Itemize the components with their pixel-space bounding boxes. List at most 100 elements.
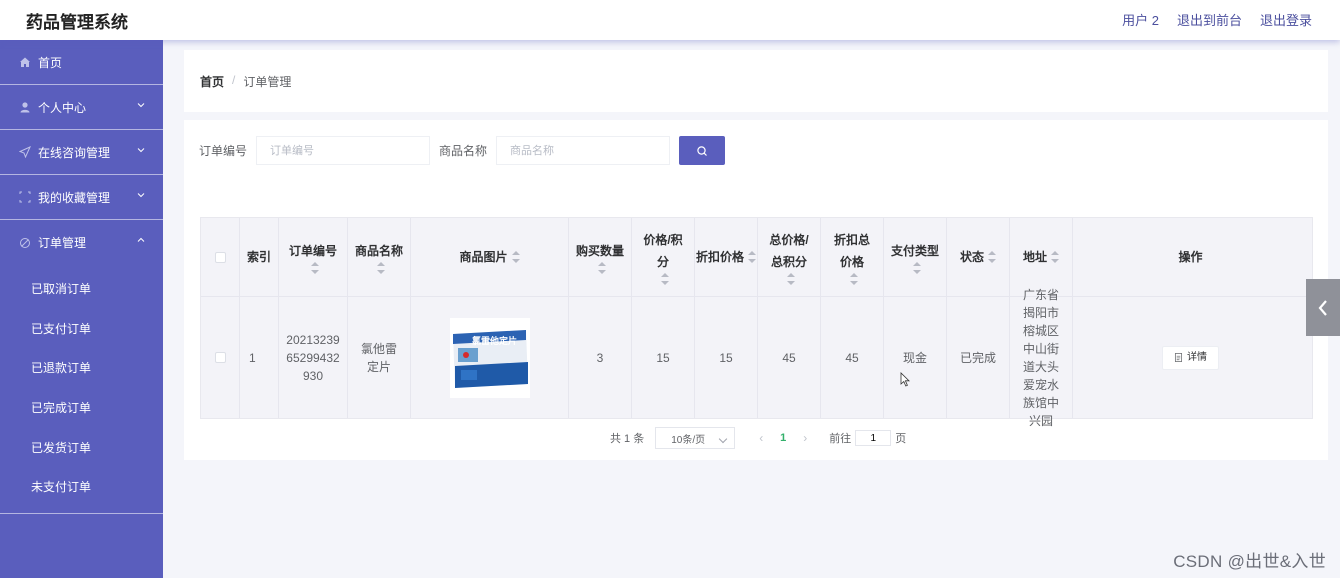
detail-button-label: 详情 bbox=[1187, 351, 1207, 363]
sort-icon[interactable] bbox=[1051, 251, 1059, 263]
order-no-input[interactable] bbox=[256, 136, 431, 165]
detail-button[interactable]: 详情 bbox=[1162, 345, 1219, 370]
goto-page-input[interactable] bbox=[855, 430, 892, 446]
sidebar-item-home[interactable]: 首页 bbox=[0, 40, 163, 85]
order-list-card: 订单编号 商品名称 索引 订单编号 商品名称 商品图片 购买数量 价格/积分 折… bbox=[184, 120, 1328, 460]
header-actions: 操作 bbox=[1073, 218, 1308, 297]
cell-product-image: 氯雷他定片 bbox=[411, 297, 569, 418]
top-header: 药品管理系统 用户 2 退出到前台 退出登录 bbox=[0, 0, 1340, 40]
cell-address: 广东省揭阳市榕城区中山街道大头爱宠水族馆中兴园 bbox=[1010, 288, 1073, 428]
sidebar-item-label: 订单管理 bbox=[38, 236, 87, 250]
header-label: 商品名称 bbox=[354, 244, 403, 258]
chevron-up-icon bbox=[137, 237, 145, 242]
sort-icon[interactable] bbox=[377, 262, 385, 274]
submenu-unpaid-orders[interactable]: 未支付订单 bbox=[0, 467, 163, 507]
sidebar-item-favorites[interactable]: 我的收藏管理 bbox=[0, 175, 163, 220]
next-page-button[interactable]: › bbox=[795, 431, 815, 445]
search-button[interactable] bbox=[679, 136, 726, 165]
product-thumbnail[interactable]: 氯雷他定片 bbox=[449, 317, 530, 398]
header-label: 购买数量 bbox=[575, 244, 624, 258]
submenu-paid-orders[interactable]: 已支付订单 bbox=[0, 309, 163, 349]
sidebar-item-consult[interactable]: 在线咨询管理 bbox=[0, 130, 163, 175]
sidebar-item-label: 个人中心 bbox=[38, 100, 87, 115]
app-title: 药品管理系统 bbox=[26, 13, 128, 32]
sidebar-item-orders[interactable]: 订单管理 bbox=[0, 220, 163, 265]
sort-icon[interactable] bbox=[661, 273, 669, 285]
cell-total: 45 bbox=[758, 297, 821, 418]
side-panel-toggle[interactable] bbox=[1306, 279, 1340, 336]
header-label: 订单编号 bbox=[288, 244, 337, 258]
chevron-down-icon bbox=[718, 434, 728, 444]
orders-table: 索引 订单编号 商品名称 商品图片 购买数量 价格/积分 折扣价格 总价格/总积… bbox=[200, 217, 1313, 428]
cell-pay-type: 现金 bbox=[884, 297, 947, 418]
header-product-image[interactable]: 商品图片 bbox=[411, 218, 569, 297]
product-name-label: 商品名称 bbox=[439, 144, 488, 158]
sort-icon[interactable] bbox=[748, 251, 756, 263]
header-product-name[interactable]: 商品名称 bbox=[348, 218, 411, 297]
submenu-refunded-orders[interactable]: 已退款订单 bbox=[0, 348, 163, 388]
header-order-no[interactable]: 订单编号 bbox=[279, 218, 348, 297]
header-pay-type[interactable]: 支付类型 bbox=[884, 218, 947, 297]
mouse-cursor-icon bbox=[900, 372, 910, 387]
table-header-row: 索引 订单编号 商品名称 商品图片 购买数量 价格/积分 折扣价格 总价格/总积… bbox=[201, 218, 1312, 297]
page-size-select[interactable]: 10条/页 bbox=[655, 427, 736, 449]
header-label: 状态 bbox=[959, 250, 984, 264]
cell-actions: 详情 bbox=[1073, 297, 1308, 418]
header-status[interactable]: 状态 bbox=[947, 218, 1010, 297]
submenu-completed-orders[interactable]: 已完成订单 bbox=[0, 388, 163, 428]
current-user-link[interactable]: 用户 2 bbox=[1122, 10, 1159, 29]
header-label: 折扣价格 bbox=[695, 250, 744, 264]
logout-link[interactable]: 退出登录 bbox=[1260, 10, 1312, 29]
sort-icon[interactable] bbox=[850, 273, 858, 285]
sidebar: 首页 个人中心 在线咨询管理 我的收藏管理 订单管理 已取消订单 已支付订单 已… bbox=[0, 40, 163, 578]
header-label: 地址 bbox=[1022, 250, 1047, 264]
order-icon bbox=[18, 236, 32, 250]
sort-icon[interactable] bbox=[511, 251, 520, 263]
header-total[interactable]: 总价格/总积分 bbox=[758, 218, 821, 297]
cell-quantity: 3 bbox=[569, 297, 632, 418]
chevron-down-icon bbox=[137, 193, 145, 198]
row-checkbox[interactable] bbox=[214, 352, 226, 363]
cell-discount-total: 45 bbox=[821, 297, 884, 418]
pagination-total: 共 1 条 bbox=[610, 433, 645, 445]
sidebar-item-label: 首页 bbox=[38, 55, 63, 70]
sort-icon[interactable] bbox=[787, 273, 795, 285]
sort-icon[interactable] bbox=[913, 262, 921, 274]
page-number-1[interactable]: 1 bbox=[773, 432, 793, 444]
header-label: 支付类型 bbox=[890, 244, 939, 258]
sort-icon[interactable] bbox=[598, 262, 606, 274]
header-discount-total[interactable]: 折扣总价格 bbox=[821, 218, 884, 297]
document-icon bbox=[1174, 353, 1183, 362]
cell-product-name: 氯他雷定片 bbox=[348, 297, 411, 418]
breadcrumb-card: 首页 / 订单管理 bbox=[184, 50, 1328, 112]
row-select-cell bbox=[201, 297, 240, 418]
header-quantity[interactable]: 购买数量 bbox=[569, 218, 632, 297]
pagination: 共 1 条 10条/页 ‹ 1 › 前往 页 bbox=[610, 427, 906, 449]
collection-icon bbox=[18, 190, 32, 204]
product-name-input[interactable] bbox=[496, 136, 671, 165]
sort-icon[interactable] bbox=[311, 262, 319, 274]
breadcrumb-home[interactable]: 首页 bbox=[200, 73, 224, 90]
header-label: 索引 bbox=[246, 250, 271, 264]
send-icon bbox=[18, 145, 32, 159]
back-to-frontend-link[interactable]: 退出到前台 bbox=[1177, 10, 1242, 29]
header-index: 索引 bbox=[240, 218, 279, 297]
submenu-shipped-orders[interactable]: 已发货订单 bbox=[0, 427, 163, 467]
user-icon bbox=[18, 100, 32, 114]
header-actions: 用户 2 退出到前台 退出登录 bbox=[1104, 10, 1312, 29]
goto-page: 前往 页 bbox=[829, 430, 906, 446]
sort-icon[interactable] bbox=[988, 251, 996, 263]
submenu-cancelled-orders[interactable]: 已取消订单 bbox=[0, 269, 163, 309]
header-discount-price[interactable]: 折扣价格 bbox=[695, 218, 758, 297]
header-price[interactable]: 价格/积分 bbox=[632, 218, 695, 297]
sidebar-item-label: 我的收藏管理 bbox=[38, 190, 111, 205]
sidebar-item-profile[interactable]: 个人中心 bbox=[0, 85, 163, 130]
chevron-left-icon bbox=[1318, 299, 1327, 316]
prev-page-button[interactable]: ‹ bbox=[751, 431, 771, 445]
cell-index: 1 bbox=[240, 297, 279, 418]
header-label: 折扣总价格 bbox=[833, 233, 870, 269]
page-size-value: 10条/页 bbox=[671, 434, 706, 446]
cell-price: 15 bbox=[632, 297, 695, 418]
select-all-checkbox[interactable] bbox=[214, 251, 226, 263]
order-no-label: 订单编号 bbox=[199, 144, 248, 158]
